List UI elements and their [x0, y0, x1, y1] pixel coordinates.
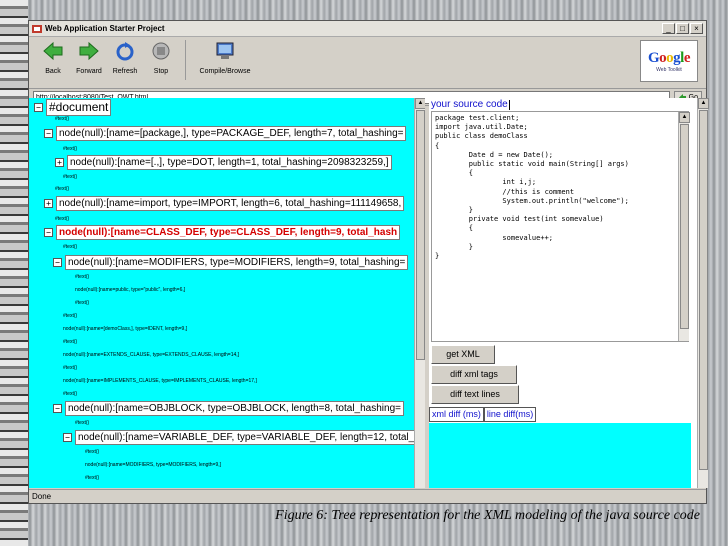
tree-leaf: node(null):[name=EXTENDS_CLAUSE, type=EX… [63, 352, 240, 358]
back-button[interactable]: Back [35, 40, 71, 75]
tree-row-objblock[interactable]: − node(null):[name=OBJBLOCK, type=OBJBLO… [53, 401, 404, 416]
source-code: package test.client; import java.util.Da… [435, 114, 629, 261]
tree-leaf: #text() [63, 146, 78, 152]
compile-icon [216, 42, 234, 59]
diff-text-lines-button[interactable]: diff text lines [431, 385, 519, 404]
google-logo-subtitle: Web Toolkit [656, 66, 682, 73]
collapse-icon[interactable]: − [53, 404, 62, 413]
page-content: − #document #text() − node(null):[name=[… [29, 98, 709, 488]
forward-arrow-icon [79, 41, 99, 61]
expand-icon[interactable]: + [44, 199, 53, 208]
window-title: Web Application Starter Project [45, 24, 165, 33]
tree-scrollbar[interactable]: ▲ [414, 98, 425, 488]
tree-leaf: #text() [63, 174, 78, 180]
status-bar: Done [29, 489, 706, 503]
tree-row-modifiers[interactable]: − node(null):[name=MODIFIERS, type=MODIF… [53, 255, 409, 270]
tree-leaf: #text() [63, 339, 78, 345]
text-cursor [508, 99, 510, 110]
google-toolkit-logo: Google Web Toolkit [640, 40, 698, 82]
source-pane: your source code package test.client; im… [429, 98, 709, 488]
tree-leaf: #text() [85, 475, 100, 481]
tree-leaf: #text() [63, 365, 78, 371]
refresh-icon [116, 42, 134, 61]
xml-tree-pane: − #document #text() − node(null):[name=[… [29, 98, 425, 488]
tree-node-variable-def[interactable]: node(null):[name=VARIABLE_DEF, type=VARI… [75, 430, 418, 445]
browser-window: Web Application Starter Project _ □ × Ba… [28, 20, 709, 504]
tree-node-import[interactable]: node(null):[name=import, type=IMPORT, le… [56, 196, 405, 211]
tree-node-modifiers[interactable]: node(null):[name=MODIFIERS, type=MODIFIE… [65, 255, 409, 270]
tab-xml-diff[interactable]: xml diff (ms) [429, 407, 484, 422]
tree-leaf: #text() [63, 313, 78, 319]
refresh-label: Refresh [112, 68, 138, 75]
google-logo-text: Google [647, 49, 691, 66]
source-header: your source code [429, 98, 708, 111]
compile-browse-button[interactable]: Compile/Browse [192, 40, 258, 75]
collapse-icon[interactable]: − [63, 433, 72, 442]
stop-icon [152, 42, 170, 60]
tree-leaf: #text() [55, 116, 70, 122]
diff-xml-tags-button[interactable]: diff xml tags [431, 365, 517, 384]
tree-row-package[interactable]: − node(null):[name=[package,], type=PACK… [44, 126, 407, 141]
tree-leaf: node(null):[name=MODIFIERS, type=MODIFIE… [85, 462, 222, 468]
tree-root-row[interactable]: − #document [34, 99, 112, 116]
tree-node-dot[interactable]: node(null):[name=[.,], type=DOT, length=… [67, 155, 392, 170]
stop-label: Stop [153, 68, 169, 75]
collapse-icon[interactable]: − [44, 228, 53, 237]
tree-leaf: #text() [63, 391, 78, 397]
scroll-up-icon[interactable]: ▲ [698, 98, 709, 109]
tree-row-variable-def[interactable]: − node(null):[name=VARIABLE_DEF, type=VA… [63, 430, 418, 445]
tree-leaf: #text() [55, 216, 70, 222]
get-xml-button[interactable]: get XML [431, 345, 495, 364]
app-logo-icon [32, 24, 42, 33]
tree-leaf: #text() [55, 186, 70, 192]
title-bar: Web Application Starter Project _ □ × [29, 21, 706, 37]
stop-button[interactable]: Stop [143, 40, 179, 75]
diff-tabs: xml diff (ms) line diff(ms) [429, 407, 537, 422]
source-code-textarea[interactable]: package test.client; import java.util.Da… [431, 111, 690, 342]
code-scrollbar[interactable]: ▲ [678, 112, 690, 341]
tree-node-package[interactable]: node(null):[name=[package,], type=PACKAG… [56, 126, 407, 141]
collapse-icon[interactable]: − [34, 103, 43, 112]
tree-leaf: node(null):[name=public, type="public", … [75, 287, 186, 293]
tree-scroll-thumb[interactable] [416, 110, 425, 360]
refresh-button[interactable]: Refresh [107, 40, 143, 75]
toolbar: Back Forward Refresh Stop Compile/Browse… [29, 37, 706, 89]
close-button[interactable]: × [690, 23, 703, 34]
tree-leaf: node(null):[name=IMPLEMENTS_CLAUSE, type… [63, 378, 257, 384]
collapse-icon[interactable]: − [53, 258, 62, 267]
tree-row-dot[interactable]: + node(null):[name=[.,], type=DOT, lengt… [55, 155, 392, 170]
scroll-up-icon[interactable]: ▲ [679, 112, 690, 123]
tree-leaf: #text() [63, 244, 78, 250]
tab-line-diff[interactable]: line diff(ms) [483, 407, 537, 422]
ring-binding [0, 0, 28, 546]
tree-leaf: #text() [75, 274, 90, 280]
scroll-up-icon[interactable]: ▲ [415, 98, 425, 109]
back-arrow-icon [43, 41, 63, 61]
source-header-label: your source code [431, 98, 508, 110]
tree-node-class-def[interactable]: node(null):[name=CLASS_DEF, type=CLASS_D… [56, 225, 401, 240]
tree-leaf: #text() [75, 420, 90, 426]
tree-leaf: #text() [85, 449, 100, 455]
figure-caption: Figure 6: Tree representation for the XM… [275, 508, 700, 523]
compile-label: Compile/Browse [199, 68, 251, 75]
tree-node-objblock[interactable]: node(null):[name=OBJBLOCK, type=OBJBLOCK… [65, 401, 404, 416]
diff-result-area [429, 423, 691, 488]
minimize-button[interactable]: _ [662, 23, 675, 34]
page-scroll-thumb[interactable] [699, 110, 708, 470]
back-label: Back [45, 68, 61, 75]
forward-label: Forward [76, 68, 102, 75]
page-scrollbar[interactable]: ▲ [697, 98, 709, 488]
tree-row-class-def[interactable]: − node(null):[name=CLASS_DEF, type=CLASS… [44, 225, 401, 240]
tree-row-import[interactable]: + node(null):[name=import, type=IMPORT, … [44, 196, 405, 211]
collapse-icon[interactable]: − [44, 129, 53, 138]
maximize-button[interactable]: □ [676, 23, 689, 34]
forward-button[interactable]: Forward [71, 40, 107, 75]
toolbar-separator [185, 40, 186, 80]
expand-icon[interactable]: + [55, 158, 64, 167]
tree-leaf: #text() [75, 300, 90, 306]
tree-leaf: node(null):[name=[demoClass,], type=IDEN… [63, 326, 188, 332]
code-scroll-thumb[interactable] [680, 124, 689, 329]
tree-node-document[interactable]: #document [46, 99, 112, 116]
